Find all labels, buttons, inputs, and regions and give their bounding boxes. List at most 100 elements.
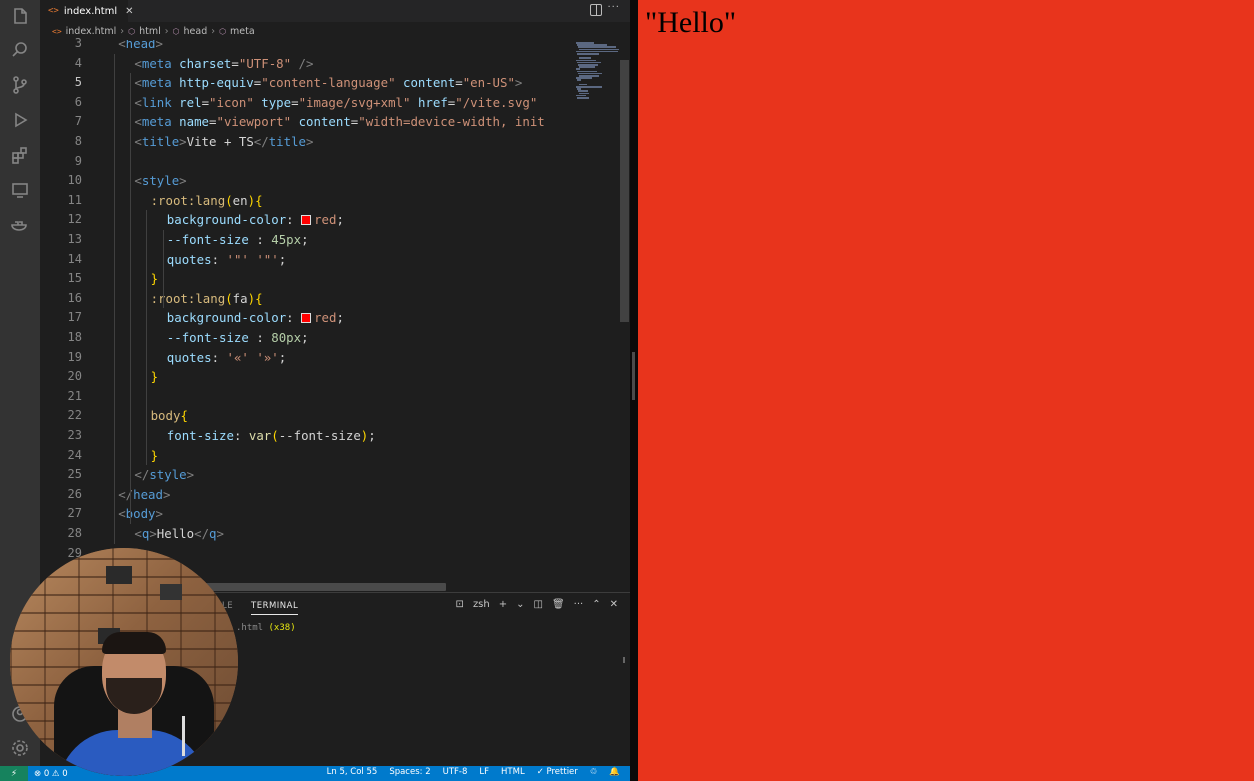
html-file-icon: <> (48, 6, 59, 16)
line-number[interactable]: 8 (40, 132, 82, 152)
code-token: > (179, 173, 187, 189)
chevron-up-icon[interactable]: ⌃ (592, 599, 600, 610)
split-terminal-icon[interactable]: ◫ (534, 599, 543, 610)
minimap[interactable] (572, 40, 619, 100)
code-token: rel (179, 94, 202, 110)
line-number[interactable]: 5 (40, 73, 82, 93)
new-terminal-icon[interactable]: + (499, 599, 507, 610)
language-mode[interactable]: HTML (501, 767, 525, 777)
code-line[interactable]: quotes: '"' '"'; (167, 250, 286, 270)
docker-icon[interactable] (10, 214, 30, 234)
extensions-icon[interactable] (10, 145, 30, 165)
code-line[interactable]: <meta http-equiv = "content-language" cont… (134, 73, 522, 93)
prettier-status[interactable]: ✓ Prettier (537, 767, 578, 777)
line-number[interactable]: 13 (40, 230, 82, 250)
presenter-hair (102, 632, 166, 654)
code-line[interactable]: } (151, 269, 158, 289)
code-text-area[interactable]: <head> <meta charset="UTF-8" /> <meta http… (88, 40, 572, 592)
code-line[interactable]: background-color: red; (167, 210, 344, 230)
code-line[interactable]: </style> (134, 465, 194, 485)
encoding[interactable]: UTF-8 (443, 767, 468, 777)
line-number[interactable]: 20 (40, 367, 82, 387)
color-swatch-icon[interactable] (301, 215, 312, 226)
code-line[interactable]: body{ (151, 406, 188, 426)
pane-divider[interactable] (630, 0, 638, 781)
code-token: meta (141, 75, 172, 91)
code-token: Hello (156, 526, 195, 541)
line-number[interactable]: 18 (40, 328, 82, 348)
line-number[interactable]: 28 (40, 524, 82, 544)
code-line[interactable]: --font-size : 45px; (167, 230, 309, 250)
code-line[interactable]: :root:lang(en){ (151, 191, 263, 211)
code-line[interactable]: background-color: red; (167, 308, 344, 328)
code-token: background-color (166, 212, 287, 228)
source-control-icon[interactable] (10, 75, 30, 95)
shell-label[interactable]: zsh (473, 599, 490, 610)
divider-grip[interactable] (632, 352, 635, 400)
trash-icon[interactable]: 🗑 (552, 599, 565, 610)
line-number[interactable]: 9 (40, 152, 82, 172)
code-line[interactable]: <meta name="viewport" content="width=dev… (134, 112, 544, 132)
code-line[interactable]: <link rel="icon" type="image/svg+xml" hr… (134, 93, 537, 113)
panel-tab-terminal[interactable]: TERMINAL (251, 601, 299, 615)
color-swatch-icon[interactable] (301, 313, 312, 324)
line-number[interactable]: 3 (40, 34, 82, 54)
line-number[interactable]: 19 (40, 348, 82, 368)
line-number[interactable]: 22 (40, 406, 82, 426)
line-number[interactable]: 10 (40, 171, 82, 191)
code-token: quotes (166, 349, 212, 365)
line-number[interactable]: 16 (40, 289, 82, 309)
end-of-line[interactable]: LF (479, 767, 489, 777)
code-line[interactable]: <title>Vite + TS</title> (134, 132, 313, 152)
split-editor-icon[interactable] (590, 4, 602, 16)
line-number[interactable]: 23 (40, 426, 82, 446)
line-number[interactable]: 17 (40, 308, 82, 328)
line-number[interactable]: 6 (40, 93, 82, 113)
more-actions-icon[interactable]: ··· (574, 599, 584, 610)
line-number[interactable]: 4 (40, 54, 82, 74)
code-line[interactable]: --font-size : 80px; (167, 328, 309, 348)
tab-index-html[interactable]: <> index.html ✕ (40, 0, 134, 22)
code-line[interactable]: } (151, 367, 158, 387)
breadcrumb-item-html[interactable]: html (139, 26, 161, 37)
breadcrumb-item-meta[interactable]: meta (230, 26, 255, 37)
code-line[interactable]: <style> (134, 171, 186, 191)
line-number[interactable]: 25 (40, 465, 82, 485)
wall-window (106, 566, 132, 584)
line-number[interactable]: 7 (40, 112, 82, 132)
line-number[interactable]: 24 (40, 446, 82, 466)
code-line[interactable]: <head> (118, 40, 163, 54)
line-number[interactable]: 27 (40, 504, 82, 524)
code-line[interactable]: font-size: var(--font-size); (167, 426, 376, 446)
line-number[interactable]: 21 (40, 387, 82, 407)
close-icon[interactable]: ✕ (610, 599, 618, 610)
code-token: ) (247, 290, 256, 306)
code-line[interactable]: :root:lang(fa){ (151, 289, 263, 309)
breadcrumb-item-head[interactable]: head (184, 26, 208, 37)
code-line[interactable]: quotes: '«' '»'; (167, 348, 286, 368)
explorer-icon[interactable] (10, 6, 30, 26)
chevron-down-icon[interactable]: ⌄ (516, 599, 524, 610)
bell-icon[interactable]: 🔔 (609, 767, 620, 777)
code-line[interactable]: <body> (118, 504, 163, 524)
feedback-icon[interactable]: ♲ (590, 767, 598, 777)
line-number[interactable]: 15 (40, 269, 82, 289)
cursor-position[interactable]: Ln 5, Col 55 (327, 767, 378, 777)
code-token: } (150, 271, 159, 287)
code-line[interactable]: <q>Hello</q> (134, 524, 224, 544)
more-actions-icon[interactable]: ··· (607, 2, 620, 13)
line-number[interactable]: 14 (40, 250, 82, 270)
vertical-scrollbar[interactable] (620, 60, 629, 322)
remote-explorer-icon[interactable] (10, 180, 30, 200)
line-number[interactable]: 11 (40, 191, 82, 211)
panel-sash[interactable] (623, 657, 625, 663)
code-line[interactable]: </head> (118, 485, 170, 505)
line-number[interactable]: 12 (40, 210, 82, 230)
code-line[interactable]: } (151, 446, 158, 466)
line-number[interactable]: 26 (40, 485, 82, 505)
run-debug-icon[interactable] (10, 110, 30, 130)
search-icon[interactable] (10, 40, 30, 60)
code-line[interactable]: <meta charset="UTF-8" /> (134, 54, 313, 74)
indentation[interactable]: Spaces: 2 (389, 767, 430, 777)
close-icon[interactable]: ✕ (125, 6, 133, 17)
